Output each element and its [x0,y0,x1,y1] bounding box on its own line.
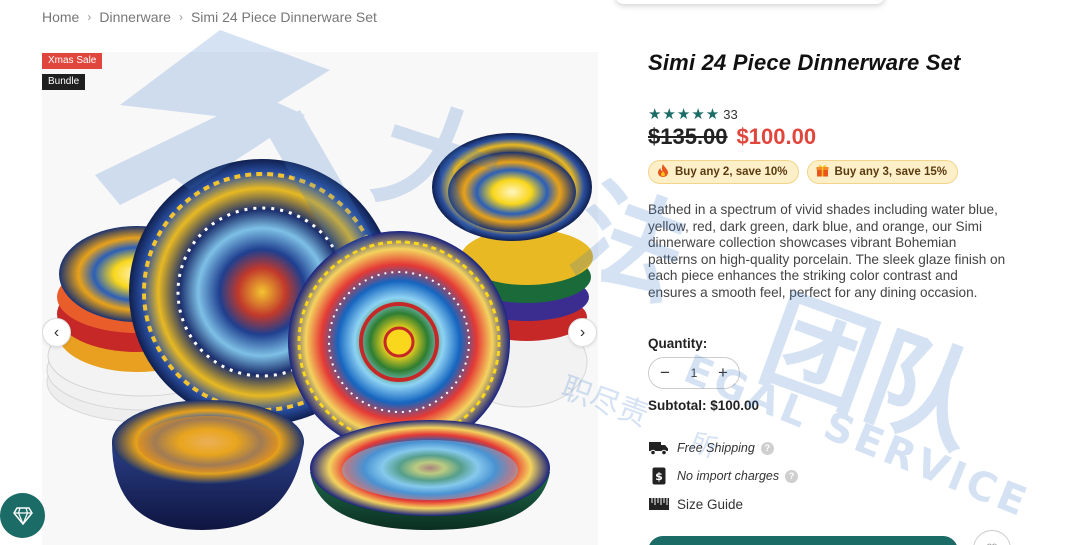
rewards-fab-button[interactable] [0,493,45,538]
sale-price: $100.00 [736,124,817,149]
original-price: $135.00 [648,124,728,149]
diamond-icon [12,506,33,525]
gallery-prev-button[interactable]: ‹ [42,318,71,347]
ruler-icon [648,494,670,514]
breadcrumb-dinnerware[interactable]: Dinnerware [99,9,171,25]
product-description: Bathed in a spectrum of vivid shades inc… [648,202,1006,300]
truck-icon [648,438,670,458]
product-page: Home › Dinnerware › Simi 24 Piece Dinner… [0,0,1080,545]
top-search-pill[interactable] [615,0,885,4]
subtotal: Subtotal: $100.00 [648,398,760,413]
promo-list: Buy any 2, save 10% Buy any 3, save 15% [648,160,959,184]
promo-label: Buy any 2, save 10% [675,166,788,178]
breadcrumb-home[interactable]: Home [42,9,79,25]
breadcrumb-separator-icon: › [178,10,183,24]
add-to-cart-button[interactable] [648,536,958,545]
breadcrumb: Home › Dinnerware › Simi 24 Piece Dinner… [42,9,377,25]
bundle-badge: Bundle [42,74,86,90]
wishlist-button[interactable]: ♡ [973,530,1011,545]
product-title: Simi 24 Piece Dinnerware Set [648,50,961,75]
breadcrumb-current: Simi 24 Piece Dinnerware Set [190,9,377,25]
product-info: Simi 24 Piece Dinnerware Set ★★★★★ 33 $1… [648,50,1048,545]
heart-icon: ♡ [986,541,999,545]
promo-buy-2[interactable]: Buy any 2, save 10% [648,160,799,184]
help-icon[interactable]: ? [785,469,799,483]
no-import-charges-label: No import charges [677,469,780,483]
no-import-charges-row: $ No import charges ? [648,466,799,486]
size-guide-label[interactable]: Size Guide [677,497,743,512]
star-rating-icon: ★★★★★ [648,106,721,123]
quantity-decrease-button[interactable]: − [655,363,675,383]
quantity-increase-button[interactable]: + [713,363,733,383]
sale-badge: Xmas Sale [42,53,103,69]
chevron-left-icon: ‹ [53,323,60,341]
gallery-next-button[interactable]: › [568,318,597,347]
fire-icon [657,164,669,180]
promo-label: Buy any 3, save 15% [834,166,948,178]
review-count: 33 [723,106,738,122]
product-image [42,52,598,545]
free-shipping-row: Free Shipping ? [648,438,774,458]
quantity-stepper: − + [648,357,740,389]
promo-buy-3[interactable]: Buy any 3, save 15% [806,160,959,184]
price-block: $135.00 $100.00 [648,124,816,150]
size-guide-row[interactable]: Size Guide [648,494,743,514]
svg-text:$: $ [655,470,663,483]
dollar-doc-icon: $ [648,466,670,486]
gift-icon [816,164,829,180]
watermark-cn3: 团队 [746,275,997,471]
quantity-label: Quantity: [648,336,708,351]
breadcrumb-separator-icon: › [87,10,92,24]
help-icon[interactable]: ? [760,441,774,455]
rating[interactable]: ★★★★★ 33 [648,105,738,123]
free-shipping-label: Free Shipping [677,441,755,455]
product-gallery[interactable]: Xmas Sale Bundle ‹ › [42,52,598,545]
chevron-right-icon: › [579,323,586,341]
quantity-input[interactable] [679,366,709,380]
